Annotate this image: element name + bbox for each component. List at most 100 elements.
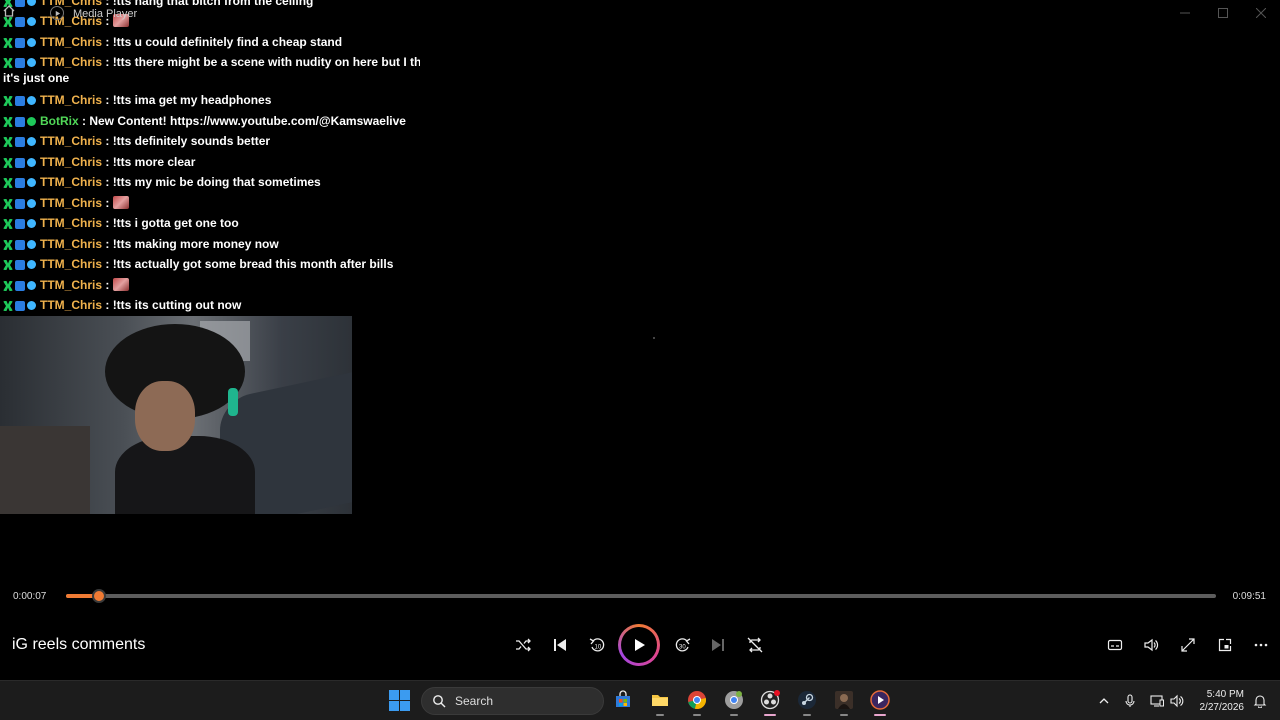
volume-button[interactable] <box>1138 632 1164 658</box>
more-options-button[interactable] <box>1248 632 1274 658</box>
chrome-canary-icon[interactable] <box>723 689 745 716</box>
fullscreen-button[interactable] <box>1175 632 1201 658</box>
minimize-button[interactable] <box>1166 0 1204 26</box>
previous-button[interactable] <box>547 632 573 658</box>
speaker-icon[interactable] <box>1169 693 1185 709</box>
more-icon <box>1254 643 1268 647</box>
moderator-badge-icon <box>3 158 13 168</box>
taskbar-search[interactable]: Search <box>421 687 604 715</box>
repeat-button[interactable] <box>742 632 768 658</box>
window-title-bar: Media Player <box>0 0 1280 28</box>
chat-text: !tts my mic be doing that sometimes <box>112 175 321 189</box>
video-artifact <box>653 337 655 339</box>
chat-emote-icon <box>112 278 129 291</box>
chat-separator: : <box>102 134 113 148</box>
chat-text: !tts ima get my headphones <box>112 93 272 107</box>
home-icon[interactable] <box>2 4 16 18</box>
chat-separator: : <box>78 114 90 128</box>
next-button[interactable] <box>705 632 731 658</box>
chat-username[interactable]: TTM_Chris <box>40 175 102 189</box>
fullscreen-icon <box>1181 638 1195 652</box>
chat-username[interactable]: BotRix <box>40 114 79 128</box>
chat-text: New Content! https://www.youtube.com/@Ka… <box>89 114 406 128</box>
minimize-icon <box>1180 12 1190 14</box>
captions-icon <box>1107 639 1123 651</box>
chat-message: TTM_Chris : !tts definitely sounds bette… <box>3 133 270 149</box>
obs-icon[interactable] <box>759 689 781 716</box>
skip-back-10-button[interactable]: 10 <box>584 632 610 658</box>
chat-username[interactable]: TTM_Chris <box>40 237 102 251</box>
chat-text: !tts making more money now <box>112 237 279 251</box>
moderator-badge-icon <box>3 301 13 311</box>
moderator-badge-icon <box>3 117 13 127</box>
play-button[interactable] <box>618 624 660 666</box>
media-player-icon[interactable] <box>869 689 891 716</box>
user-badges <box>3 158 36 168</box>
user-badges <box>3 199 36 209</box>
subscriber-badge-icon <box>27 199 36 208</box>
shuffle-button[interactable] <box>510 632 536 658</box>
close-button[interactable] <box>1242 0 1280 26</box>
play-icon <box>635 639 645 651</box>
maximize-button[interactable] <box>1204 0 1242 26</box>
active-indicator <box>764 714 776 716</box>
moderator-badge-icon <box>3 219 13 229</box>
user-badges <box>3 281 36 291</box>
chat-username[interactable]: TTM_Chris <box>40 93 102 107</box>
user-badges <box>3 117 36 127</box>
chat-username[interactable]: TTM_Chris <box>40 155 102 169</box>
search-label: Search <box>455 694 494 708</box>
chat-separator: : <box>102 257 113 271</box>
show-hidden-icons-chevron-up-icon[interactable] <box>1096 693 1112 709</box>
volume-icon <box>1144 638 1159 652</box>
window-title: Media Player <box>73 8 138 20</box>
chat-separator: : <box>102 93 113 107</box>
windows-start-icon[interactable] <box>389 690 410 711</box>
mini-player-button[interactable] <box>1212 632 1238 658</box>
skip-forward-30-button[interactable]: 30 <box>670 632 696 658</box>
skip-back-10-icon: 10 <box>589 638 605 652</box>
chat-separator: : <box>102 298 113 312</box>
seek-thumb[interactable] <box>91 589 106 603</box>
verified-badge-icon <box>15 199 25 209</box>
chat-separator: : <box>102 278 113 292</box>
next-icon <box>712 639 724 651</box>
verified-badge-icon <box>15 260 25 270</box>
chat-username[interactable]: TTM_Chris <box>40 298 102 312</box>
verified-badge-icon <box>15 240 25 250</box>
microphone-icon[interactable] <box>1122 693 1138 709</box>
notifications-icon[interactable] <box>1252 693 1268 709</box>
chat-username[interactable]: TTM_Chris <box>40 134 102 148</box>
chat-username[interactable]: TTM_Chris <box>40 257 102 271</box>
microsoft-store-icon[interactable] <box>612 689 634 711</box>
subscriber-badge-icon <box>27 178 36 187</box>
chat-username[interactable]: TTM_Chris <box>40 55 102 69</box>
webcam-feed <box>0 316 352 514</box>
chat-username[interactable]: TTM_Chris <box>40 35 102 49</box>
subscriber-badge-icon <box>27 281 36 290</box>
taskbar-clock[interactable]: 5:40 PM 2/27/2026 <box>1196 688 1245 714</box>
verified-badge-icon <box>15 281 25 291</box>
file-explorer-icon[interactable] <box>649 689 671 716</box>
steam-icon[interactable] <box>796 689 818 716</box>
running-indicator <box>730 714 738 716</box>
verified-badge-icon <box>15 301 25 311</box>
window-controls <box>1166 0 1280 26</box>
shuffle-icon <box>516 638 531 652</box>
subscriber-badge-icon <box>27 58 36 67</box>
chat-username[interactable]: TTM_Chris <box>40 278 102 292</box>
maximize-icon <box>1218 8 1228 18</box>
network-icon[interactable] <box>1149 693 1165 709</box>
verified-badge-icon <box>15 137 25 147</box>
user-badges <box>3 137 36 147</box>
webcam-person-body <box>115 436 255 514</box>
chat-text: !tts more clear <box>112 155 196 169</box>
chrome-icon[interactable] <box>686 689 708 716</box>
running-indicator <box>693 714 701 716</box>
chat-username[interactable]: TTM_Chris <box>40 196 102 210</box>
captions-button[interactable] <box>1102 632 1128 658</box>
chat-separator: : <box>102 216 113 230</box>
chat-username[interactable]: TTM_Chris <box>40 216 102 230</box>
seek-bar[interactable] <box>66 589 1216 603</box>
game-icon[interactable] <box>833 689 855 716</box>
